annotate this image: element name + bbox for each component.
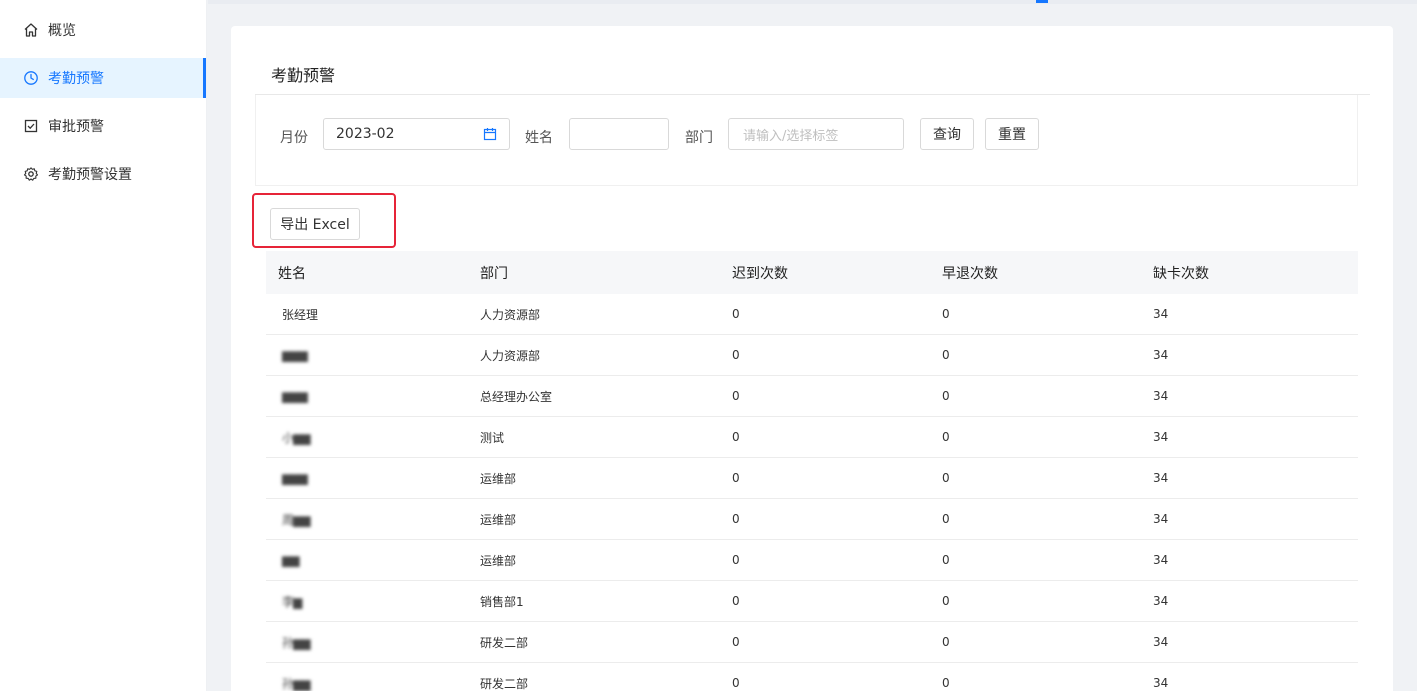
col-header-early[interactable]: 早退次数 <box>930 263 1141 283</box>
cell-dept: 研发二部 <box>480 635 529 650</box>
cell-name: 孙▆▆ <box>282 676 310 691</box>
table-row[interactable]: ▆▆▆ 总经理办公室 0 0 34 <box>266 376 1358 417</box>
export-excel-button[interactable]: 导出 Excel <box>270 208 360 240</box>
cell-late-count: 0 <box>732 307 740 321</box>
cell-name: 周▆▆ <box>282 512 310 527</box>
cell-dept: 总经理办公室 <box>480 389 553 404</box>
cell-missing-count: 34 <box>1153 389 1169 403</box>
sidebar-item-label: 概览 <box>48 23 76 39</box>
cell-missing-count: 34 <box>1153 348 1169 362</box>
sidebar-item-label: 考勤预警设置 <box>48 167 132 183</box>
month-value: 2023-02 <box>336 126 395 142</box>
table-row[interactable]: 李▆ 销售部1 0 0 34 <box>266 581 1358 622</box>
table-row[interactable]: ▆▆ 运维部 0 0 34 <box>266 540 1358 581</box>
month-label: 月份 <box>280 130 308 146</box>
cell-early-count: 0 <box>942 635 950 649</box>
cell-dept: 销售部1 <box>480 594 524 609</box>
table-row[interactable]: 孙▆▆ 研发二部 0 0 34 <box>266 622 1358 663</box>
cell-early-count: 0 <box>942 430 950 444</box>
cell-late-count: 0 <box>732 635 740 649</box>
query-button[interactable]: 查询 <box>920 118 974 150</box>
clock-icon <box>23 70 39 86</box>
cell-name: ▆▆▆ <box>282 348 308 362</box>
cell-early-count: 0 <box>942 389 950 403</box>
sidebar-item-label: 考勤预警 <box>48 71 104 87</box>
page-title: 考勤预警 <box>271 66 336 85</box>
name-input[interactable] <box>569 118 669 150</box>
main-card: 考勤预警 月份 2023-02 姓名 部门 请输入/选择标签 查询 重置 导出 … <box>231 26 1393 691</box>
cell-dept: 人力资源部 <box>480 307 541 322</box>
cell-late-count: 0 <box>732 594 740 608</box>
table-row[interactable]: ▆▆▆ 运维部 0 0 34 <box>266 458 1358 499</box>
home-icon <box>23 22 39 38</box>
table-row[interactable]: 张经理 人力资源部 0 0 34 <box>266 294 1358 335</box>
cell-dept: 人力资源部 <box>480 348 541 363</box>
cell-late-count: 0 <box>732 471 740 485</box>
cell-name: ▆▆ <box>282 553 299 567</box>
sidebar: 概览 考勤预警 审批预警 考勤预警设置 <box>0 0 207 691</box>
cell-early-count: 0 <box>942 512 950 526</box>
calendar-icon[interactable] <box>483 127 497 141</box>
table-header: 姓名 部门 迟到次数 早退次数 缺卡次数 <box>266 251 1358 294</box>
cell-early-count: 0 <box>942 307 950 321</box>
col-header-missing[interactable]: 缺卡次数 <box>1141 263 1358 283</box>
dept-label: 部门 <box>685 130 713 146</box>
cell-dept: 运维部 <box>480 553 517 568</box>
cell-missing-count: 34 <box>1153 512 1169 526</box>
cell-early-count: 0 <box>942 471 950 485</box>
cell-late-count: 0 <box>732 512 740 526</box>
cell-missing-count: 34 <box>1153 635 1169 649</box>
table-row[interactable]: 周▆▆ 运维部 0 0 34 <box>266 499 1358 540</box>
cell-missing-count: 34 <box>1153 471 1169 485</box>
cell-early-count: 0 <box>942 594 950 608</box>
cell-dept: 测试 <box>480 430 505 445</box>
attendance-table: 姓名 部门 迟到次数 早退次数 缺卡次数 张经理 人力资源部 0 0 34 ▆▆▆ 人力资源… <box>266 251 1358 691</box>
filter-bar: 月份 2023-02 姓名 部门 请输入/选择标签 查询 重置 <box>255 95 1358 186</box>
cell-name: 孙▆▆ <box>282 635 310 650</box>
sidebar-item-attendance-warning[interactable]: 考勤预警 <box>0 58 206 98</box>
col-header-dept[interactable]: 部门 <box>468 263 720 283</box>
dept-tag-input[interactable]: 请输入/选择标签 <box>728 118 904 150</box>
name-label: 姓名 <box>525 130 553 146</box>
cell-dept: 运维部 <box>480 471 517 486</box>
cell-name: 张经理 <box>282 307 319 322</box>
cell-early-count: 0 <box>942 348 950 362</box>
cell-missing-count: 34 <box>1153 676 1169 690</box>
cell-name: ▆▆▆ <box>282 389 308 403</box>
cell-dept: 研发二部 <box>480 676 529 691</box>
cell-name: 李▆ <box>282 594 302 609</box>
table-row[interactable]: 小▆▆ 测试 0 0 34 <box>266 417 1358 458</box>
gear-icon <box>23 166 39 182</box>
top-bar <box>208 0 1417 4</box>
cell-late-count: 0 <box>732 389 740 403</box>
table-body: 张经理 人力资源部 0 0 34 ▆▆▆ 人力资源部 0 0 34 ▆▆▆ 总经理办公室 0 0 34 小▆▆… <box>266 294 1358 691</box>
table-row[interactable]: 孙▆▆ 研发二部 0 0 34 <box>266 663 1358 691</box>
cell-late-count: 0 <box>732 553 740 567</box>
cell-early-count: 0 <box>942 553 950 567</box>
col-header-late[interactable]: 迟到次数 <box>720 263 930 283</box>
col-header-name[interactable]: 姓名 <box>266 263 468 283</box>
cell-name: 小▆▆ <box>282 430 310 445</box>
cell-late-count: 0 <box>732 430 740 444</box>
cell-missing-count: 34 <box>1153 553 1169 567</box>
cell-missing-count: 34 <box>1153 430 1169 444</box>
month-picker[interactable]: 2023-02 <box>323 118 510 150</box>
checkbox-icon <box>23 118 39 134</box>
table-row[interactable]: ▆▆▆ 人力资源部 0 0 34 <box>266 335 1358 376</box>
cell-early-count: 0 <box>942 676 950 690</box>
cell-dept: 运维部 <box>480 512 517 527</box>
reset-button[interactable]: 重置 <box>985 118 1039 150</box>
sidebar-item-label: 审批预警 <box>48 119 104 135</box>
sidebar-item-warning-settings[interactable]: 考勤预警设置 <box>0 154 206 194</box>
cell-late-count: 0 <box>732 348 740 362</box>
cell-missing-count: 34 <box>1153 594 1169 608</box>
sidebar-item-approval-warning[interactable]: 审批预警 <box>0 106 206 146</box>
cell-missing-count: 34 <box>1153 307 1169 321</box>
active-tab-indicator <box>1036 0 1048 3</box>
cell-name: ▆▆▆ <box>282 471 308 485</box>
dept-placeholder: 请输入/选择标签 <box>743 128 839 144</box>
sidebar-item-overview[interactable]: 概览 <box>0 10 206 50</box>
cell-late-count: 0 <box>732 676 740 690</box>
